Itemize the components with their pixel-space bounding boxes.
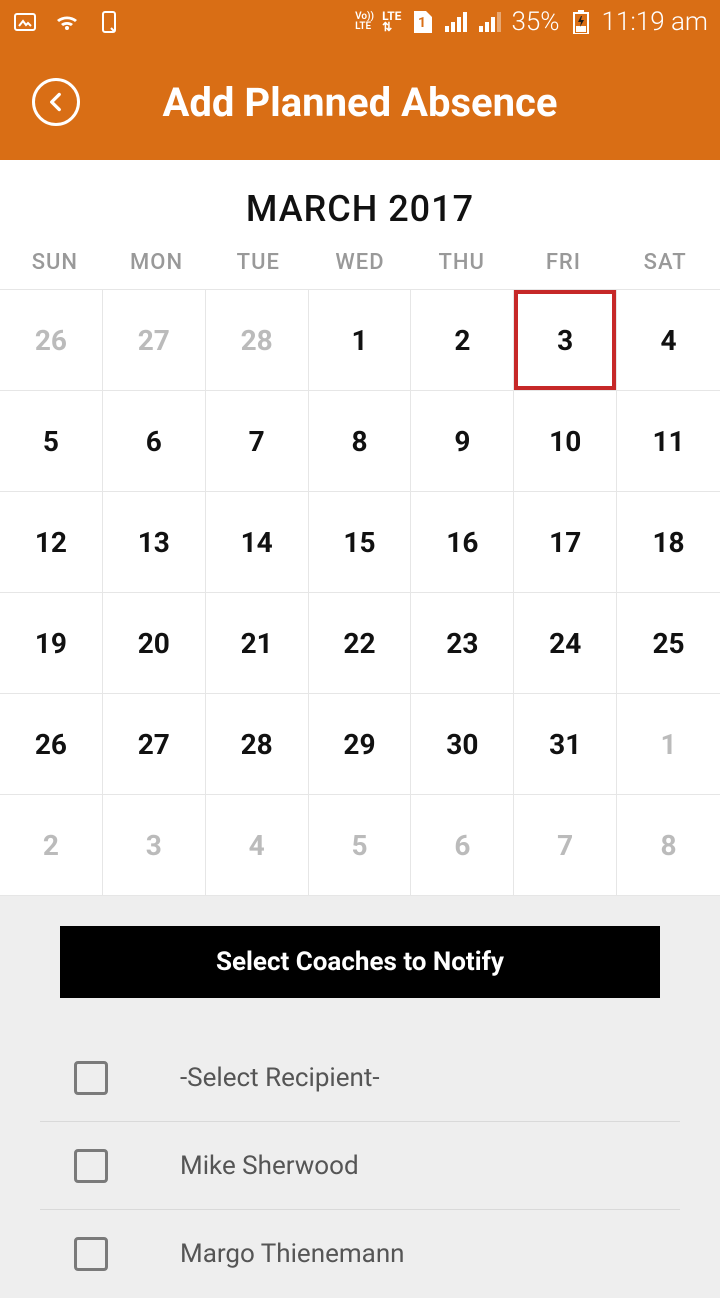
sim-icon: 1 xyxy=(409,9,435,35)
calendar-day[interactable]: 3 xyxy=(103,795,206,896)
app-bar: Add Planned Absence xyxy=(0,44,720,160)
calendar-day[interactable]: 7 xyxy=(206,391,309,492)
calendar-day[interactable]: 27 xyxy=(103,290,206,391)
month-label: MARCH 2017 xyxy=(0,188,720,230)
dow-mon: MON xyxy=(106,250,208,275)
calendar-day[interactable]: 2 xyxy=(411,290,514,391)
calendar-day[interactable]: 4 xyxy=(617,290,720,391)
calendar-day[interactable]: 21 xyxy=(206,593,309,694)
calendar-day[interactable]: 22 xyxy=(309,593,412,694)
calendar-day[interactable]: 31 xyxy=(514,694,617,795)
calendar-day[interactable]: 1 xyxy=(309,290,412,391)
calendar-day[interactable]: 5 xyxy=(309,795,412,896)
calendar-day[interactable]: 8 xyxy=(617,795,720,896)
calendar-day[interactable]: 14 xyxy=(206,492,309,593)
signal-icon xyxy=(443,9,469,35)
device-icon xyxy=(96,9,122,35)
calendar-day[interactable]: 19 xyxy=(0,593,103,694)
calendar-day[interactable]: 25 xyxy=(617,593,720,694)
calendar-day[interactable]: 28 xyxy=(206,290,309,391)
recipient-label: -Select Recipient- xyxy=(180,1063,380,1093)
page-title: Add Planned Absence xyxy=(28,79,692,126)
calendar-day[interactable]: 4 xyxy=(206,795,309,896)
volte-icon: Vo))LTE xyxy=(355,9,374,35)
recipient-row[interactable]: Margo Thienemann xyxy=(40,1210,680,1298)
svg-text:1: 1 xyxy=(418,15,426,31)
calendar-day[interactable]: 11 xyxy=(617,391,720,492)
lte-icon: LTE⇅ xyxy=(382,9,401,35)
calendar-day[interactable]: 1 xyxy=(617,694,720,795)
calendar-day[interactable]: 3 xyxy=(514,290,617,391)
dow-wed: WED xyxy=(309,250,411,275)
status-left xyxy=(12,9,122,35)
time-text: 11:19 am xyxy=(602,7,708,37)
calendar-day[interactable]: 6 xyxy=(411,795,514,896)
calendar-day[interactable]: 26 xyxy=(0,694,103,795)
calendar-day[interactable]: 17 xyxy=(514,492,617,593)
calendar-day[interactable]: 15 xyxy=(309,492,412,593)
dow-tue: TUE xyxy=(207,250,309,275)
calendar-day[interactable]: 12 xyxy=(0,492,103,593)
status-bar: Vo))LTE LTE⇅ 1 35% 11:19 am xyxy=(0,0,720,44)
dow-row: SUN MON TUE WED THU FRI SAT xyxy=(0,248,720,289)
dow-fri: FRI xyxy=(513,250,615,275)
calendar-day[interactable]: 28 xyxy=(206,694,309,795)
recipient-row[interactable]: -Select Recipient- xyxy=(40,1034,680,1122)
checkbox[interactable] xyxy=(74,1061,108,1095)
calendar-day[interactable]: 23 xyxy=(411,593,514,694)
calendar-day[interactable]: 6 xyxy=(103,391,206,492)
calendar-day[interactable]: 7 xyxy=(514,795,617,896)
dow-sun: SUN xyxy=(4,250,106,275)
image-icon xyxy=(12,9,38,35)
dow-sat: SAT xyxy=(614,250,716,275)
calendar-day[interactable]: 16 xyxy=(411,492,514,593)
recipients-list: -Select Recipient- Mike Sherwood Margo Thi… xyxy=(40,1034,680,1298)
calendar-day[interactable]: 20 xyxy=(103,593,206,694)
calendar-day[interactable]: 13 xyxy=(103,492,206,593)
calendar-day[interactable]: 24 xyxy=(514,593,617,694)
wifi-icon xyxy=(54,9,80,35)
calendar-day[interactable]: 29 xyxy=(309,694,412,795)
calendar-grid: 2627281234567891011121314151617181920212… xyxy=(0,289,720,896)
dow-thu: THU xyxy=(411,250,513,275)
status-right: Vo))LTE LTE⇅ 1 35% 11:19 am xyxy=(355,7,708,37)
calendar-day[interactable]: 2 xyxy=(0,795,103,896)
calendar-day[interactable]: 10 xyxy=(514,391,617,492)
notify-header: Select Coaches to Notify xyxy=(60,926,660,998)
calendar-day[interactable]: 18 xyxy=(617,492,720,593)
checkbox[interactable] xyxy=(74,1149,108,1183)
battery-icon xyxy=(568,9,594,35)
calendar: MARCH 2017 SUN MON TUE WED THU FRI SAT 2… xyxy=(0,160,720,896)
signal2-icon xyxy=(477,9,503,35)
recipient-row[interactable]: Mike Sherwood xyxy=(40,1122,680,1210)
calendar-day[interactable]: 9 xyxy=(411,391,514,492)
recipient-label: Margo Thienemann xyxy=(180,1239,405,1269)
battery-text: 35% xyxy=(511,7,559,37)
calendar-day[interactable]: 30 xyxy=(411,694,514,795)
calendar-day[interactable]: 26 xyxy=(0,290,103,391)
calendar-day[interactable]: 8 xyxy=(309,391,412,492)
calendar-day[interactable]: 5 xyxy=(0,391,103,492)
back-button[interactable] xyxy=(32,78,80,126)
checkbox[interactable] xyxy=(74,1237,108,1271)
recipient-label: Mike Sherwood xyxy=(180,1151,359,1181)
calendar-day[interactable]: 27 xyxy=(103,694,206,795)
